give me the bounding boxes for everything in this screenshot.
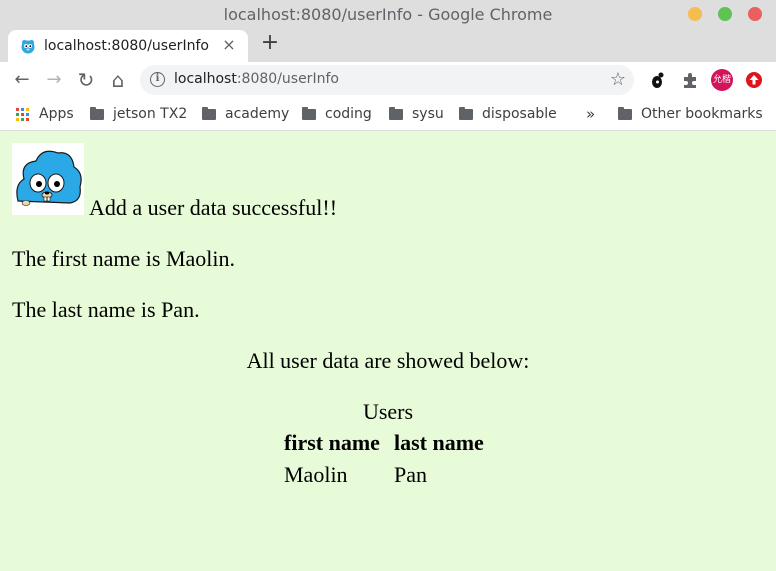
table-header-last-name: last name (394, 430, 484, 455)
site-info-icon[interactable]: i (150, 72, 165, 87)
gnome-extension-icon[interactable] (648, 71, 666, 89)
table-header-first-name: first name (284, 430, 380, 455)
table-caption: Users (362, 399, 414, 424)
bookmarks-overflow-icon[interactable]: » (586, 104, 595, 124)
first-name-line: The first name is Maolin. (12, 246, 236, 271)
bookmark-folder-coding[interactable]: coding (302, 104, 372, 124)
bookmark-label: disposable (482, 106, 557, 122)
update-icon[interactable] (745, 71, 763, 89)
back-icon[interactable]: ← (12, 70, 32, 90)
apps-grid-icon (16, 107, 29, 121)
close-button[interactable] (748, 7, 762, 21)
address-bar[interactable]: i localhost:8080/userInfo ☆ (140, 65, 634, 95)
bookmark-label: jetson TX2 (113, 106, 188, 122)
bookmark-folder-jetson[interactable]: jetson TX2 (90, 104, 187, 124)
table-cell-last-name: Pan (394, 462, 427, 487)
forward-icon[interactable]: → (44, 70, 64, 90)
folder-icon (90, 106, 104, 120)
tab-strip: localhost:8080/userInfo × + (0, 28, 776, 62)
reload-icon[interactable]: ↻ (76, 70, 96, 90)
browser-toolbar: ← → ↻ ⌂ i localhost:8080/userInfo ☆ 允楷 (0, 62, 776, 98)
bookmark-folder-other[interactable]: Other bookmarks (618, 104, 763, 124)
all-users-heading: All user data are showed below: (246, 348, 530, 373)
window-title: localhost:8080/userInfo - Google Chrome (223, 4, 553, 24)
window-controls (688, 7, 762, 21)
url-path: :8080/userInfo (236, 71, 339, 87)
gopher-logo (12, 143, 84, 215)
bookmark-label: Other bookmarks (641, 106, 763, 122)
home-icon[interactable]: ⌂ (108, 70, 128, 90)
bookmark-label: coding (325, 106, 372, 122)
table-cell-first-name: Maolin (284, 462, 348, 487)
tab-close-icon[interactable]: × (220, 36, 238, 54)
bookmark-label: Apps (39, 106, 74, 122)
folder-icon (459, 106, 473, 120)
extensions-puzzle-icon[interactable] (681, 71, 699, 89)
bookmark-star-icon[interactable]: ☆ (610, 69, 626, 90)
folder-icon (202, 106, 216, 120)
folder-icon (618, 106, 632, 120)
bookmark-folder-sysu[interactable]: sysu (389, 104, 444, 124)
bookmark-folder-disposable[interactable]: disposable (459, 104, 557, 124)
bookmark-apps[interactable]: Apps (16, 104, 74, 124)
page-content: Add a user data successful!! The first n… (0, 131, 776, 571)
bookmark-label: sysu (412, 106, 444, 122)
url-text[interactable]: localhost:8080/userInfo (174, 71, 339, 87)
folder-icon (389, 106, 403, 120)
bookmark-label: academy (225, 106, 290, 122)
folder-icon (302, 106, 316, 120)
minimize-button[interactable] (688, 7, 702, 21)
gopher-icon (21, 40, 35, 54)
profile-avatar[interactable]: 允楷 (711, 69, 733, 91)
new-tab-button[interactable]: + (259, 32, 281, 54)
success-message: Add a user data successful!! (89, 195, 338, 220)
tab-title: localhost:8080/userInfo (44, 38, 209, 54)
maximize-button[interactable] (718, 7, 732, 21)
last-name-line: The last name is Pan. (12, 297, 200, 322)
tab-userinfo[interactable]: localhost:8080/userInfo × (8, 30, 248, 62)
bookmark-folder-academy[interactable]: academy (202, 104, 289, 124)
window-titlebar: localhost:8080/userInfo - Google Chrome (0, 0, 776, 28)
bookmarks-bar: Apps jetson TX2 academy coding sysu disp… (0, 98, 776, 131)
url-host: localhost (174, 71, 237, 87)
